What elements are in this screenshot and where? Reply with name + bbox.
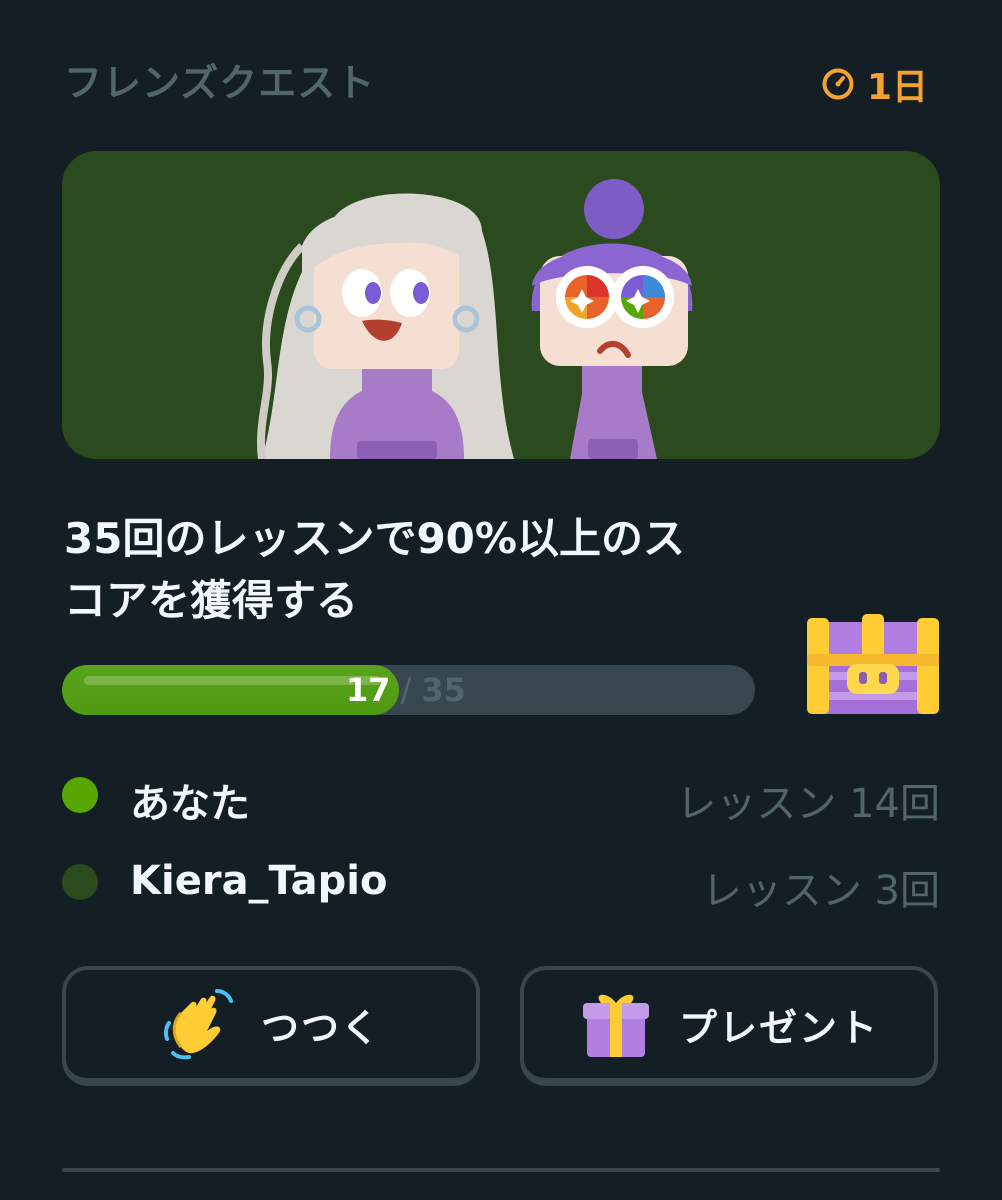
nudge-button[interactable]: つつく	[62, 966, 480, 1086]
progress-current: 17	[346, 671, 391, 709]
member-name: Kiera_Tapio	[130, 858, 388, 904]
quest-description-line1: 35回のレッスンで90%以上のス	[64, 514, 685, 563]
progress-shine	[84, 676, 381, 685]
progress-separator: /	[400, 671, 412, 709]
gift-button[interactable]: プレゼント	[520, 966, 938, 1086]
nudge-button-label: つつく	[260, 1005, 381, 1050]
treasure-chest-icon	[807, 614, 939, 714]
member-name: あなた	[130, 781, 250, 827]
friends-quest-card: フレンズクエスト 1日 35回のレッスンで90%以上のス コアを獲得する 17 …	[0, 0, 1002, 1200]
member-color-dot	[62, 864, 98, 900]
waving-hand-icon	[163, 989, 233, 1060]
quest-banner	[62, 151, 940, 459]
member-lesson-count: レッスン 3回	[701, 868, 940, 914]
two-friends-illustration	[257, 179, 693, 459]
section-divider	[62, 1168, 940, 1172]
member-row-friend: Kiera_Tapio レッスン 3回	[62, 852, 940, 914]
progress-total: 35	[421, 671, 466, 709]
member-color-dot	[62, 777, 98, 813]
time-remaining: 1日	[821, 58, 928, 110]
member-row-you: あなた レッスン 14回	[62, 765, 940, 827]
quest-description: 35回のレッスンで90%以上のス コアを獲得する	[64, 508, 784, 632]
gift-button-label: プレゼント	[678, 1005, 879, 1050]
progress-label: 17 / 35	[346, 671, 466, 709]
gift-icon	[582, 994, 649, 1057]
quest-description-line2: コアを獲得する	[64, 576, 359, 625]
section-title: フレンズクエスト	[64, 61, 376, 105]
member-lesson-count: レッスン 14回	[676, 781, 940, 827]
timer-text: 1日	[866, 67, 928, 108]
timer-icon	[822, 68, 854, 100]
